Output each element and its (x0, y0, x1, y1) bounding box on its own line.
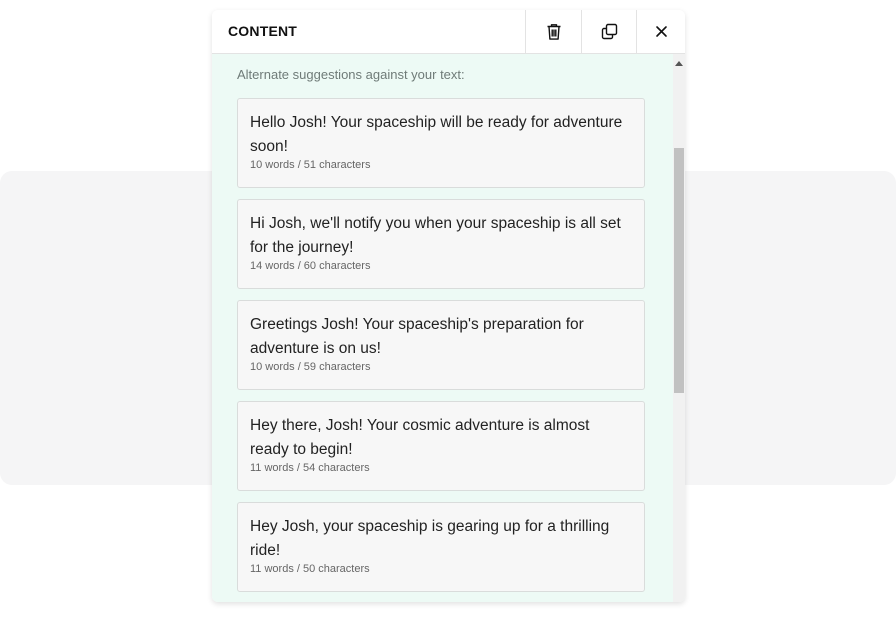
content-panel: CONTENT Alternate suggestions against yo… (212, 10, 685, 602)
suggestion-text: Hi Josh, we'll notify you when your spac… (250, 215, 621, 256)
suggestion-word-count: 11 words / 54 characters (250, 462, 370, 474)
delete-button[interactable] (525, 10, 581, 53)
copy-button[interactable] (581, 10, 637, 53)
close-icon (655, 25, 668, 38)
suggestion-card[interactable]: Hey there, Josh! Your cosmic adventure i… (237, 401, 645, 491)
suggestion-word-count: 11 words / 50 characters (250, 563, 370, 575)
scroll-up-arrow-icon[interactable] (675, 61, 683, 66)
suggestion-card[interactable]: Greetings Josh! Your spaceship's prepara… (237, 300, 645, 390)
suggestion-text: Greetings Josh! Your spaceship's prepara… (250, 316, 584, 357)
suggestion-card[interactable]: Hello Josh! Your spaceship will be ready… (237, 98, 645, 188)
vertical-scrollbar[interactable] (673, 54, 685, 602)
suggestion-text: Hello Josh! Your spaceship will be ready… (250, 114, 623, 155)
suggestion-text: Hey Josh, your spaceship is gearing up f… (250, 518, 610, 559)
suggestions-intro: Alternate suggestions against your text: (237, 67, 465, 82)
suggestions-body: Alternate suggestions against your text:… (212, 54, 685, 602)
suggestion-text: Hey there, Josh! Your cosmic adventure i… (250, 417, 590, 458)
suggestion-card[interactable]: Hi Josh, we'll notify you when your spac… (237, 199, 645, 289)
copy-icon (601, 23, 618, 40)
suggestion-list: Hello Josh! Your spaceship will be ready… (237, 98, 645, 602)
scrollbar-thumb[interactable] (674, 148, 684, 393)
panel-title: CONTENT (228, 23, 298, 39)
suggestion-word-count: 14 words / 60 characters (250, 260, 371, 272)
suggestion-word-count: 10 words / 59 characters (250, 361, 371, 373)
suggestion-word-count: 10 words / 51 characters (250, 159, 371, 171)
suggestion-card[interactable]: Hey Josh, your spaceship is gearing up f… (237, 502, 645, 592)
close-button[interactable] (636, 10, 685, 53)
trash-icon (546, 23, 562, 41)
panel-header: CONTENT (212, 10, 685, 54)
